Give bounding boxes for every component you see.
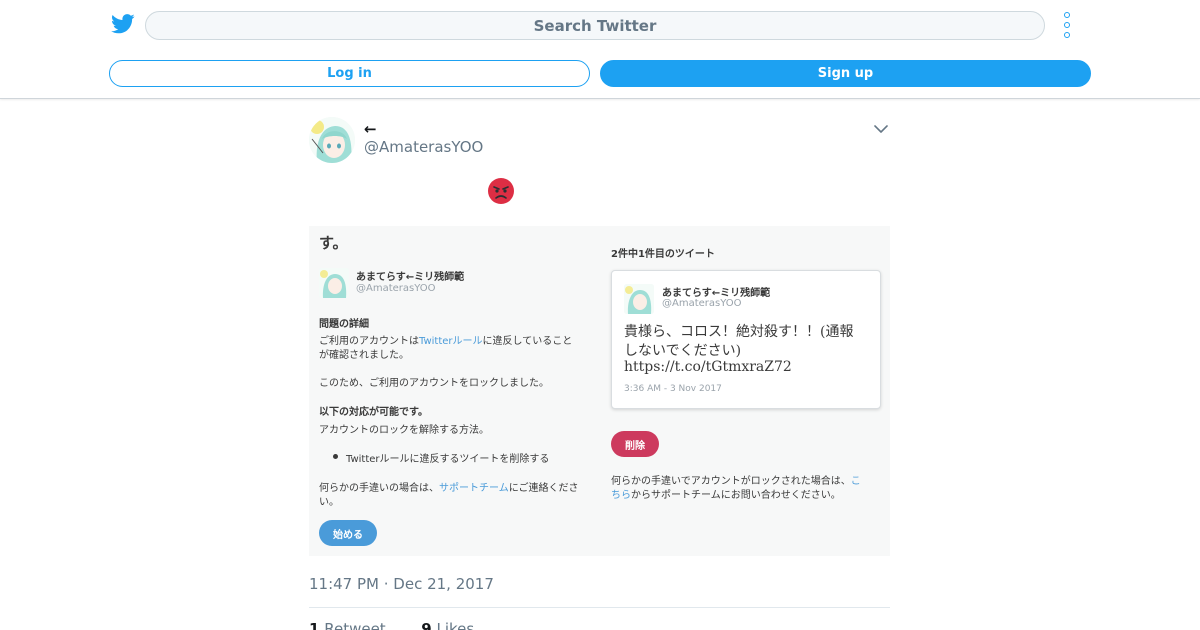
tweet-stats: 1 Retweet 9 Likes <box>309 620 474 630</box>
search-input[interactable]: Search Twitter <box>145 11 1045 40</box>
tweet-count-heading: 2件中1件目のツイート <box>611 249 715 260</box>
display-name[interactable]: ← <box>364 120 377 138</box>
footer-text: からサポートチームにお問い合わせください。 <box>631 490 841 501</box>
media-account-handle: @AmaterasYOO <box>356 283 436 294</box>
here-link: こ <box>850 476 861 487</box>
details-line-1: ご利用のアカウントはTwitterルールに違反していること <box>319 332 572 347</box>
card-account-handle: @AmaterasYOO <box>662 298 742 309</box>
locked-text: このため、ご利用のアカウントをロックしました。 <box>319 378 549 389</box>
card-tweet-link: https://t.co/tGtmxraZ72 <box>624 359 792 375</box>
actions-heading: 以下の対応が可能です。 <box>319 407 428 418</box>
retweet-count[interactable]: 1 <box>309 620 319 630</box>
dot <box>1064 32 1070 38</box>
details-heading: 問題の詳細 <box>319 319 369 330</box>
angry-face-icon <box>488 178 514 204</box>
like-count[interactable]: 9 <box>421 620 431 630</box>
login-button[interactable]: Log in <box>109 60 590 87</box>
here-link: ちら <box>611 490 631 501</box>
start-button: 始める <box>319 520 377 546</box>
unlock-text: アカウントのロックを解除する方法。 <box>319 425 489 436</box>
bullet-text: Twitterルールに違反するツイートを削除する <box>346 454 550 465</box>
mistake-line-1: 何らかの手違いの場合は、サポートチームにご連絡くださ <box>319 479 579 494</box>
bullet <box>333 454 338 459</box>
card-tweet-time: 3:36 AM - 3 Nov 2017 <box>624 384 722 394</box>
user-handle[interactable]: @AmaterasYOO <box>364 138 483 156</box>
like-label[interactable]: Likes <box>436 620 474 630</box>
top-bar: Search Twitter Log in Sign up <box>0 0 1200 99</box>
tweet-timestamp[interactable]: 11:47 PM · Dec 21, 2017 <box>309 575 494 593</box>
delete-button: 削除 <box>611 431 659 457</box>
dot <box>1064 22 1070 28</box>
mistake-line-2: い。 <box>319 497 339 508</box>
card-tweet-line-2: しないでください) <box>624 343 742 359</box>
retweet-label[interactable]: Retweet <box>324 620 385 630</box>
divider <box>309 607 890 608</box>
twitter-bird-icon[interactable] <box>111 13 135 35</box>
mistake-text: にご連絡くださ <box>508 483 579 494</box>
dot <box>1064 12 1070 18</box>
signup-button[interactable]: Sign up <box>600 60 1091 87</box>
support-link: サポートチーム <box>439 483 509 494</box>
media-title: す。 <box>319 234 348 252</box>
more-options-icon[interactable] <box>1060 12 1074 38</box>
avatar[interactable] <box>309 117 355 163</box>
details-text: に違反していること <box>482 336 573 347</box>
quoted-tweet-card: あまてらす←ミリ残師範 @AmaterasYOO 貴様ら、コロス！絶対殺す！！(… <box>611 270 881 409</box>
card-tweet-line-1: 貴様ら、コロス！絶対殺す！！(通報 <box>624 324 854 340</box>
search-placeholder: Search Twitter <box>533 16 657 35</box>
footer-line-2: ちらからサポートチームにお問い合わせください。 <box>611 486 841 501</box>
chevron-down-icon[interactable] <box>872 120 890 138</box>
rules-link: Twitterルール <box>419 336 483 347</box>
media-avatar <box>319 268 349 298</box>
avatar-image <box>309 117 355 163</box>
card-avatar <box>624 284 654 314</box>
card-account-name: あまてらす←ミリ残師範 <box>662 288 771 299</box>
media-account-name: あまてらす←ミリ残師範 <box>356 272 465 283</box>
tweet-media-image[interactable]: す。 あまてらす←ミリ残師範 @AmaterasYOO 問題の詳細 ご利用のアカ… <box>309 226 890 556</box>
footer-line-1: 何らかの手違いでアカウントがロックされた場合は、こ <box>611 472 861 487</box>
details-line-2: が確認されました。 <box>319 350 409 361</box>
